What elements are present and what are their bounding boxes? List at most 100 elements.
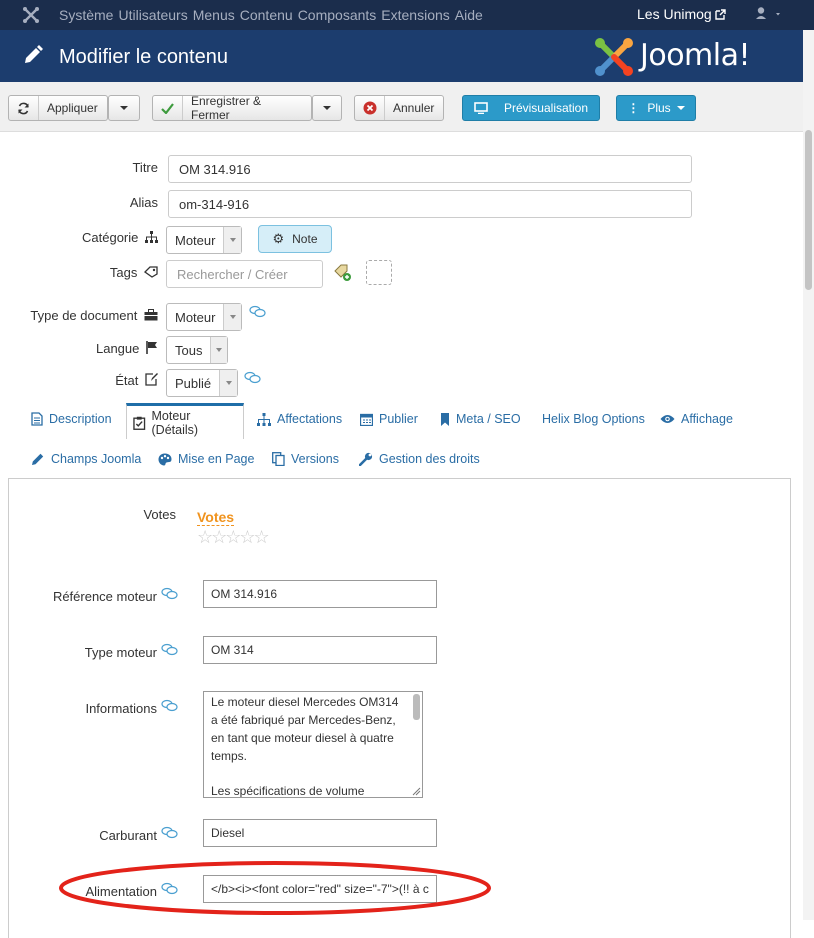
- chat-bubble-icon[interactable]: [161, 699, 178, 713]
- edit-square-icon: [145, 373, 158, 386]
- alias-input[interactable]: om-314-916: [168, 190, 692, 218]
- rating-stars-icon[interactable]: ☆☆☆☆☆: [197, 527, 270, 548]
- briefcase-icon: [144, 309, 158, 321]
- caret-down-icon: [120, 106, 128, 110]
- tab-permissions[interactable]: Gestion des droits: [359, 452, 480, 466]
- user-menu-icon[interactable]: [756, 7, 786, 21]
- chat-bubble-icon[interactable]: [161, 826, 178, 840]
- type-label: Type moteur: [84, 645, 157, 660]
- chat-bubble-icon[interactable]: [249, 305, 266, 319]
- tab-layout-label: Mise en Page: [178, 452, 255, 466]
- pencil-icon: [25, 45, 43, 63]
- save-close-label: Enregistrer & Fermer: [191, 94, 262, 122]
- chat-bubble-icon[interactable]: [244, 371, 261, 385]
- page-scrollbar[interactable]: [803, 30, 814, 920]
- info-textarea[interactable]: Le moteur diesel Mercedes OM314 a été fa…: [203, 691, 423, 798]
- select-arrow-icon: [219, 370, 237, 396]
- chat-bubble-icon[interactable]: [161, 587, 178, 601]
- palette-icon: [158, 453, 172, 465]
- language-select[interactable]: Tous: [166, 336, 228, 364]
- language-label-text: Langue: [95, 341, 140, 356]
- menu-components[interactable]: Composants: [298, 7, 377, 23]
- caret-down-icon: [323, 106, 331, 110]
- joomla-logo: [595, 38, 633, 76]
- tab-meta-seo[interactable]: Meta / SEO: [440, 412, 521, 426]
- tags-search-input[interactable]: Rechercher / Créer: [166, 260, 323, 288]
- votes-link[interactable]: Votes: [197, 509, 235, 526]
- tab-joomla-fields[interactable]: Champs Joomla: [31, 452, 141, 466]
- site-link[interactable]: Les Unimog: [637, 6, 726, 22]
- doctype-label-text: Type de document: [30, 308, 138, 323]
- external-link-icon: [715, 9, 726, 20]
- joomla-icon[interactable]: [22, 6, 40, 24]
- tags-label-text: Tags: [109, 265, 138, 280]
- note-button[interactable]: ⚙ Note: [258, 225, 332, 253]
- supply-input[interactable]: </b><i><font color="red" size="-7">(!! à…: [203, 875, 437, 903]
- menu-extensions[interactable]: Extensions: [381, 7, 449, 23]
- tab-assignments[interactable]: Affectations: [257, 412, 342, 426]
- doctype-value: Moteur: [175, 310, 216, 325]
- votes-label: Votes: [143, 507, 176, 522]
- doctype-select[interactable]: Moteur: [166, 303, 242, 331]
- supply-label: Alimentation: [85, 884, 157, 899]
- pencil-icon: [32, 453, 44, 465]
- save-close-button[interactable]: Enregistrer & Fermer: [152, 94, 312, 122]
- tab-description[interactable]: Description: [31, 412, 112, 426]
- category-select[interactable]: Moteur: [166, 226, 242, 254]
- tab-meta-seo-label: Meta / SEO: [456, 412, 521, 426]
- tab-versions-label: Versions: [291, 452, 339, 466]
- save-dropdown-button[interactable]: [312, 95, 342, 121]
- flag-icon: [146, 341, 157, 354]
- refresh-icon: [9, 96, 39, 120]
- menu-users[interactable]: Utilisateurs: [118, 7, 187, 23]
- cancel-icon: [355, 96, 385, 120]
- select-arrow-icon: [223, 304, 241, 330]
- admin-menubar: Système Utilisateurs Menus Contenu Compo…: [0, 0, 814, 30]
- gear-icon: ⚙: [272, 231, 285, 246]
- info-line: [211, 765, 415, 782]
- sitemap-icon: [145, 231, 158, 243]
- language-value: Tous: [175, 343, 203, 358]
- tab-display[interactable]: Affichage: [660, 412, 733, 426]
- tab-helix-blog-label: Helix Blog Options: [542, 412, 645, 426]
- resize-handle-icon[interactable]: [412, 787, 421, 796]
- doctype-label: Type de document: [10, 308, 158, 323]
- engine-type-input[interactable]: OM 314: [203, 636, 437, 664]
- tab-display-label: Affichage: [681, 412, 733, 426]
- more-vertical-icon: ⋮: [627, 101, 640, 115]
- more-button[interactable]: ⋮ Plus: [616, 95, 696, 121]
- menu-menus[interactable]: Menus: [193, 7, 235, 23]
- tab-layout[interactable]: Mise en Page: [158, 452, 254, 466]
- preview-label: Prévisualisation: [503, 101, 589, 115]
- menu-help[interactable]: Aide: [455, 7, 483, 23]
- title-input[interactable]: OM 314.916: [168, 155, 692, 183]
- menu-system[interactable]: Système: [59, 7, 113, 23]
- tab-publish[interactable]: Publier: [360, 412, 418, 426]
- textarea-scrollbar[interactable]: [413, 694, 420, 720]
- caret-down-icon: [676, 106, 685, 110]
- menu-content[interactable]: Contenu: [240, 7, 293, 23]
- apply-dropdown-button[interactable]: [108, 95, 140, 121]
- fuel-input[interactable]: Diesel: [203, 819, 437, 847]
- copy-icon: [272, 452, 285, 466]
- state-select[interactable]: Publié: [166, 369, 238, 397]
- more-label: Plus: [647, 101, 671, 115]
- scrollbar-thumb[interactable]: [805, 130, 812, 290]
- cancel-button[interactable]: Annuler: [354, 95, 444, 121]
- tab-helix-blog[interactable]: Helix Blog Options: [542, 412, 645, 426]
- preview-button[interactable]: Prévisualisation: [462, 95, 600, 121]
- language-label: Langue: [60, 341, 158, 356]
- chat-bubble-icon[interactable]: [161, 643, 178, 657]
- check-icon: [153, 96, 183, 120]
- tags-new-placeholder[interactable]: [366, 260, 392, 285]
- monitor-icon: [474, 102, 488, 114]
- page-header: Modifier le contenu Joomla!: [0, 30, 803, 82]
- apply-button[interactable]: Appliquer: [8, 95, 108, 121]
- tag-add-icon[interactable]: [333, 264, 353, 282]
- tab-versions[interactable]: Versions: [272, 452, 339, 466]
- chat-bubble-icon[interactable]: [161, 882, 178, 896]
- category-label: Catégorie: [40, 230, 158, 245]
- title-label: Titre: [132, 160, 158, 175]
- engine-reference-input[interactable]: OM 314.916: [203, 580, 437, 608]
- tab-engine-details[interactable]: Moteur (Détails): [126, 403, 244, 439]
